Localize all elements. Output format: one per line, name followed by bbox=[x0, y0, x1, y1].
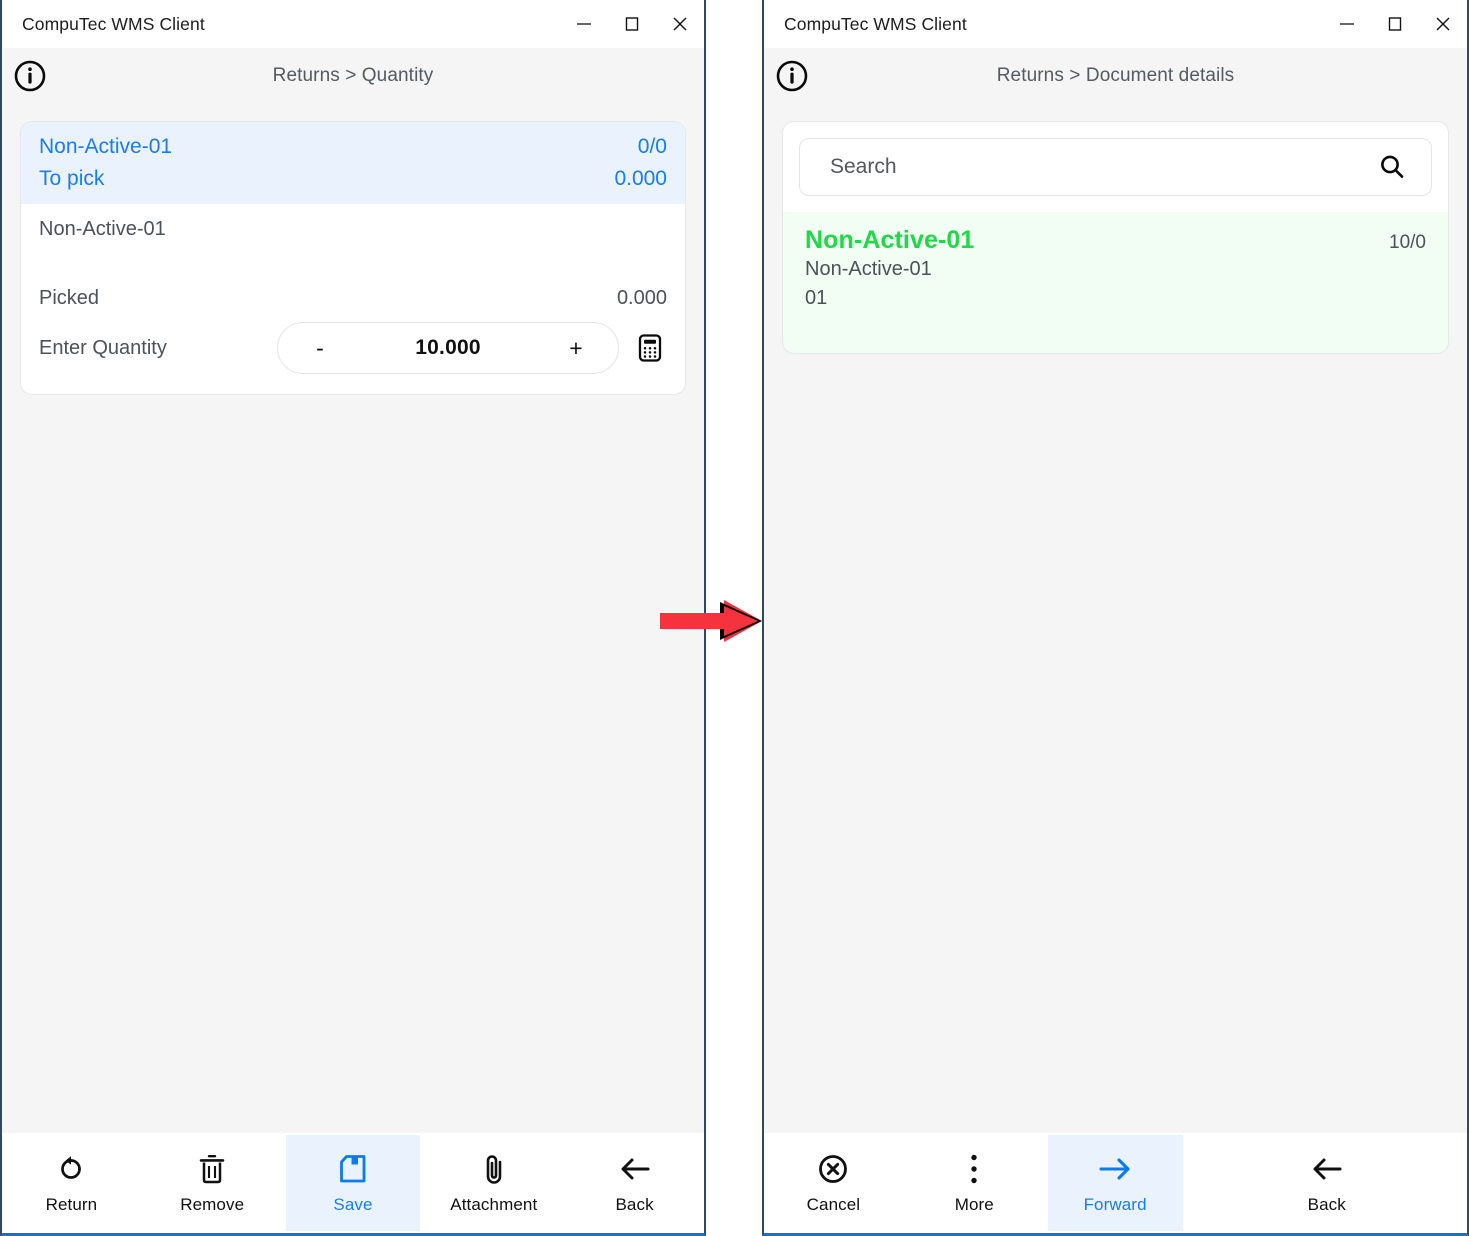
window-controls-left bbox=[560, 0, 704, 48]
close-icon[interactable] bbox=[656, 0, 704, 48]
app-title: CompuTec WMS Client bbox=[784, 13, 967, 34]
to-pick-label: To pick bbox=[39, 167, 105, 190]
search-field[interactable]: Search bbox=[799, 138, 1432, 196]
cancel-label: Cancel bbox=[806, 1194, 861, 1214]
decrement-button[interactable]: - bbox=[308, 336, 332, 360]
back-label: Back bbox=[1307, 1194, 1346, 1214]
selected-item-row: Non-Active-01 0/0 bbox=[39, 131, 667, 163]
dots-vertical-icon bbox=[968, 1152, 980, 1186]
forward-label: Forward bbox=[1083, 1194, 1147, 1214]
window-controls-right bbox=[1323, 0, 1467, 48]
remove-button[interactable]: Remove bbox=[144, 1135, 280, 1231]
minimize-icon[interactable] bbox=[1323, 0, 1371, 48]
return-label: Return bbox=[45, 1194, 98, 1214]
minimize-icon[interactable] bbox=[560, 0, 608, 48]
arrow-left-icon bbox=[617, 1152, 653, 1186]
return-button[interactable]: Return bbox=[4, 1135, 139, 1231]
back-label: Back bbox=[615, 1194, 654, 1214]
quantity-card: Non-Active-01 0/0 To pick 0.000 Non-Acti… bbox=[20, 121, 686, 395]
document-list-item[interactable]: Non-Active-01 10/0 Non-Active-01 01 bbox=[783, 212, 1448, 353]
save-button[interactable]: Save bbox=[285, 1135, 421, 1231]
close-icon[interactable] bbox=[1419, 0, 1467, 48]
attachment-button[interactable]: Attachment bbox=[426, 1135, 562, 1231]
document-item-header: Non-Active-01 10/0 bbox=[805, 226, 1426, 255]
document-item-title: Non-Active-01 bbox=[805, 226, 975, 254]
quantity-stepper[interactable]: - 10.000 + bbox=[277, 322, 619, 374]
breadcrumb: Returns > Quantity bbox=[272, 64, 434, 86]
bottom-toolbar-right: Cancel More Forward Back bbox=[764, 1133, 1467, 1233]
to-pick-value: 0.000 bbox=[614, 167, 667, 190]
arrow-left-icon bbox=[1309, 1152, 1345, 1186]
search-icon[interactable] bbox=[1375, 150, 1409, 184]
item-name-block: Non-Active-01 bbox=[21, 204, 685, 245]
more-button[interactable]: More bbox=[906, 1135, 1042, 1231]
cancel-button[interactable]: Cancel bbox=[766, 1135, 901, 1231]
selected-item-code: Non-Active-01 bbox=[39, 135, 173, 158]
item-name: Non-Active-01 bbox=[39, 218, 166, 240]
more-label: More bbox=[954, 1194, 994, 1214]
trash-icon bbox=[197, 1152, 227, 1186]
info-icon[interactable] bbox=[774, 58, 810, 94]
breadcrumb-bar-left: Returns > Quantity bbox=[2, 48, 704, 103]
arrow-right-icon bbox=[1096, 1152, 1134, 1186]
titlebar-right: CompuTec WMS Client bbox=[764, 0, 1467, 48]
selected-item-count: 0/0 bbox=[637, 135, 667, 158]
paperclip-icon bbox=[480, 1152, 508, 1186]
calculator-icon[interactable] bbox=[633, 331, 667, 365]
back-button[interactable]: Back bbox=[1188, 1135, 1465, 1231]
cancel-circle-icon bbox=[817, 1152, 849, 1186]
app-title: CompuTec WMS Client bbox=[22, 13, 205, 34]
maximize-icon[interactable] bbox=[1371, 0, 1419, 48]
to-pick-row: To pick 0.000 bbox=[39, 163, 667, 191]
save-label: Save bbox=[333, 1194, 373, 1214]
maximize-icon[interactable] bbox=[608, 0, 656, 48]
titlebar-left: CompuTec WMS Client bbox=[2, 0, 704, 48]
increment-button[interactable]: + bbox=[564, 336, 588, 360]
attachment-label: Attachment bbox=[450, 1194, 538, 1214]
body-left: Non-Active-01 0/0 To pick 0.000 Non-Acti… bbox=[2, 103, 704, 1133]
picked-row: Picked 0.000 bbox=[21, 245, 685, 310]
remove-label: Remove bbox=[180, 1194, 245, 1214]
body-right: Search Non-Active-01 10/0 Non-Active-01 bbox=[764, 103, 1467, 1133]
document-item-line1: Non-Active-01 bbox=[805, 258, 932, 280]
back-button[interactable]: Back bbox=[567, 1135, 702, 1231]
quantity-input[interactable]: 10.000 bbox=[415, 336, 480, 360]
breadcrumb-bar-right: Returns > Document details bbox=[764, 48, 1467, 103]
save-icon bbox=[337, 1152, 369, 1186]
document-details-card: Search Non-Active-01 10/0 Non-Active-01 bbox=[782, 121, 1449, 354]
return-icon bbox=[55, 1152, 87, 1186]
picked-value: 0.000 bbox=[616, 287, 667, 309]
search-input[interactable]: Search bbox=[830, 155, 1375, 179]
info-icon[interactable] bbox=[12, 58, 48, 94]
bottom-toolbar-left: Return Remove Save Attachment Back bbox=[2, 1133, 704, 1233]
breadcrumb: Returns > Document details bbox=[996, 64, 1235, 86]
forward-button[interactable]: Forward bbox=[1047, 1135, 1183, 1231]
document-item-line2: 01 bbox=[805, 287, 828, 309]
window-document-details: CompuTec WMS Client Returns > Document d… bbox=[762, 0, 1469, 1236]
document-item-count: 10/0 bbox=[1389, 232, 1426, 253]
selected-item-block[interactable]: Non-Active-01 0/0 To pick 0.000 bbox=[21, 122, 685, 204]
picked-label: Picked bbox=[39, 287, 100, 309]
enter-quantity-label: Enter Quantity bbox=[39, 336, 167, 359]
screenshot-stage: CompuTec WMS Client Returns > Quantity N… bbox=[0, 0, 1469, 1236]
window-returns-quantity: CompuTec WMS Client Returns > Quantity N… bbox=[0, 0, 706, 1236]
enter-quantity-row: Enter Quantity - 10.000 + bbox=[21, 310, 685, 394]
